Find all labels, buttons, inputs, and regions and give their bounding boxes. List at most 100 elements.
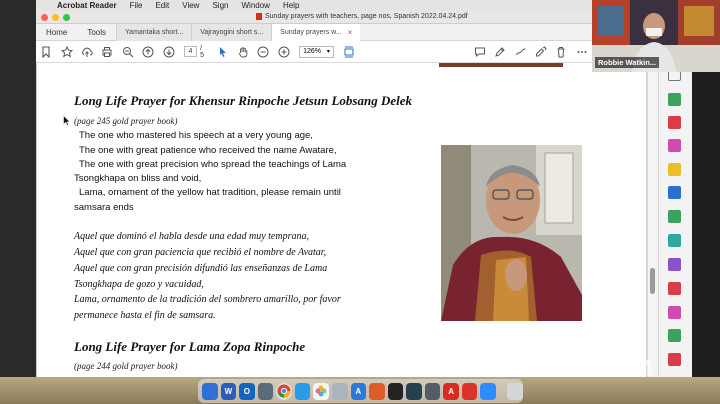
select-cursor-icon[interactable] xyxy=(216,44,230,59)
zoom-in-icon[interactable] xyxy=(277,44,291,59)
menu-file[interactable]: File xyxy=(130,1,143,10)
pdf-page: Long Life Prayer for Khensur Rinpoche Je… xyxy=(36,63,646,377)
upload-icon[interactable] xyxy=(80,44,94,59)
dock: W O A A xyxy=(198,379,524,403)
page-reference: (page 245 gold prayer book) xyxy=(74,116,178,126)
spanish-line: Tsongkhapa de gozo y vacuidad, xyxy=(74,279,204,290)
acrobat-icon[interactable]: A xyxy=(443,382,459,400)
github-icon[interactable] xyxy=(387,382,404,400)
comment-icon[interactable] xyxy=(473,44,487,59)
vpn-app-icon[interactable] xyxy=(406,382,422,400)
window-title: Sunday prayers with teachers, page nos, … xyxy=(256,13,468,20)
menu-app-name[interactable]: Acrobat Reader xyxy=(57,1,117,10)
launchpad-icon[interactable] xyxy=(257,382,274,400)
prepare-form-icon[interactable] xyxy=(668,329,681,342)
page-reference: (page 244 gold prayer book) xyxy=(74,361,178,371)
export-pdf-icon[interactable] xyxy=(668,116,681,129)
print-icon[interactable] xyxy=(100,44,114,59)
menu-edit[interactable]: Edit xyxy=(155,1,169,10)
books-icon[interactable] xyxy=(369,382,385,400)
presentation-app-icon[interactable] xyxy=(461,382,478,400)
window-title-bar: Sunday prayers with teachers, page nos, … xyxy=(36,11,592,24)
english-line: The one with great patience who received… xyxy=(79,145,337,156)
doc-tab-label: Vajrayogini short s... xyxy=(200,28,264,36)
fill-sign-icon[interactable] xyxy=(668,258,681,271)
doc-tab-label: Yamantaka short... xyxy=(125,28,184,36)
menu-sign[interactable]: Sign xyxy=(212,1,228,10)
pdf-file-icon xyxy=(256,13,262,20)
portrait-photo xyxy=(441,145,582,321)
english-line: Lama, ornament of the yellow hat traditi… xyxy=(79,187,341,198)
previous-image-edge xyxy=(439,63,563,67)
more-options-icon[interactable] xyxy=(575,44,589,59)
highlight-pen-icon[interactable] xyxy=(493,44,507,59)
comment-tool-icon[interactable] xyxy=(668,163,681,176)
utility-app-icon[interactable] xyxy=(424,382,441,400)
safari-icon[interactable] xyxy=(294,382,311,400)
zoom-level-value: 126% xyxy=(303,48,321,55)
outlook-icon[interactable]: O xyxy=(239,382,255,400)
photos-icon[interactable] xyxy=(313,382,329,400)
english-line: Tsongkhapa on bliss and void, xyxy=(74,173,202,184)
zoom-out-search-icon[interactable] xyxy=(121,44,135,59)
page-navigator: 4 / 5 xyxy=(183,44,208,59)
close-window-button[interactable] xyxy=(41,13,48,21)
zoom-level-select[interactable]: 126% ▾ xyxy=(299,45,334,58)
add-pdf-icon[interactable] xyxy=(668,93,681,106)
desktop-edge xyxy=(0,0,36,377)
sign-icon[interactable] xyxy=(534,44,548,59)
tab-bar: Home Tools Yamantaka short... Vajrayogin… xyxy=(36,23,592,41)
prayer-heading: Long Life Prayer for Lama Zopa Rinpoche xyxy=(74,339,306,354)
doc-tab-yamantaka[interactable]: Yamantaka short... xyxy=(116,23,192,41)
english-line: The one who mastered his speech at a ver… xyxy=(79,130,313,141)
tab-home[interactable]: Home xyxy=(36,28,77,37)
screen: Acrobat Reader File Edit View Sign Windo… xyxy=(0,0,720,404)
star-icon[interactable] xyxy=(59,44,73,59)
participant-video[interactable]: Robbie Watkin... xyxy=(592,0,720,72)
menu-view[interactable]: View xyxy=(182,1,199,10)
menu-window[interactable]: Window xyxy=(241,1,269,10)
scan-ocr-icon[interactable] xyxy=(668,234,681,247)
system-preferences-icon[interactable] xyxy=(331,382,348,400)
tab-tools[interactable]: Tools xyxy=(77,28,116,37)
redact-icon[interactable] xyxy=(668,353,681,366)
spanish-line: Lama, ornamento de la tradición del somb… xyxy=(74,294,341,305)
draw-icon[interactable] xyxy=(513,44,527,59)
word-icon[interactable]: W xyxy=(220,382,237,400)
zoom-window-button[interactable] xyxy=(63,13,70,21)
prayer-heading: Long Life Prayer for Khensur Rinpoche Je… xyxy=(74,93,413,108)
doc-tab-sunday-prayers[interactable]: Sunday prayers w... × xyxy=(271,23,361,41)
spanish-line: Aquel que con gran paciencia que recibió… xyxy=(74,247,327,258)
protect-icon[interactable] xyxy=(668,282,681,295)
minimize-window-button[interactable] xyxy=(52,13,59,21)
chrome-icon[interactable] xyxy=(276,382,292,400)
zoom-out-icon[interactable] xyxy=(256,44,270,59)
page-fit-icon[interactable] xyxy=(342,44,356,59)
scrollbar-thumb[interactable] xyxy=(650,268,655,294)
request-signature-icon[interactable] xyxy=(668,306,681,319)
edit-pdf-icon[interactable] xyxy=(668,139,681,152)
english-line: samsara ends xyxy=(74,202,134,213)
spanish-line: permanece hasta el fin de samsara. xyxy=(74,310,216,321)
vertical-scrollbar[interactable] xyxy=(648,63,658,377)
app-store-icon[interactable]: A xyxy=(350,382,367,400)
page-number-input[interactable]: 4 xyxy=(183,46,198,57)
finder-icon[interactable] xyxy=(202,382,218,400)
spanish-line: Aquel que con gran precisión difundió la… xyxy=(74,263,328,274)
close-tab-icon[interactable]: × xyxy=(348,28,353,37)
toolbar: 4 / 5 126% ▾ xyxy=(36,41,592,63)
organize-pages-icon[interactable] xyxy=(668,210,681,223)
bookmark-icon[interactable] xyxy=(39,44,53,59)
prev-page-icon[interactable] xyxy=(141,44,155,59)
menu-help[interactable]: Help xyxy=(283,1,299,10)
delete-icon[interactable] xyxy=(554,44,568,59)
hand-tool-icon[interactable] xyxy=(236,44,250,59)
combine-files-icon[interactable] xyxy=(668,186,681,199)
page-total: / 5 xyxy=(200,44,205,59)
doc-tab-vajrayogini[interactable]: Vajrayogini short s... xyxy=(191,23,272,41)
mouse-pointer-icon xyxy=(63,115,70,126)
zoom-app-icon[interactable] xyxy=(480,382,496,400)
next-page-icon[interactable] xyxy=(161,44,175,59)
menu-bar: Acrobat Reader File Edit View Sign Windo… xyxy=(36,0,592,11)
trash-icon[interactable] xyxy=(507,382,524,400)
